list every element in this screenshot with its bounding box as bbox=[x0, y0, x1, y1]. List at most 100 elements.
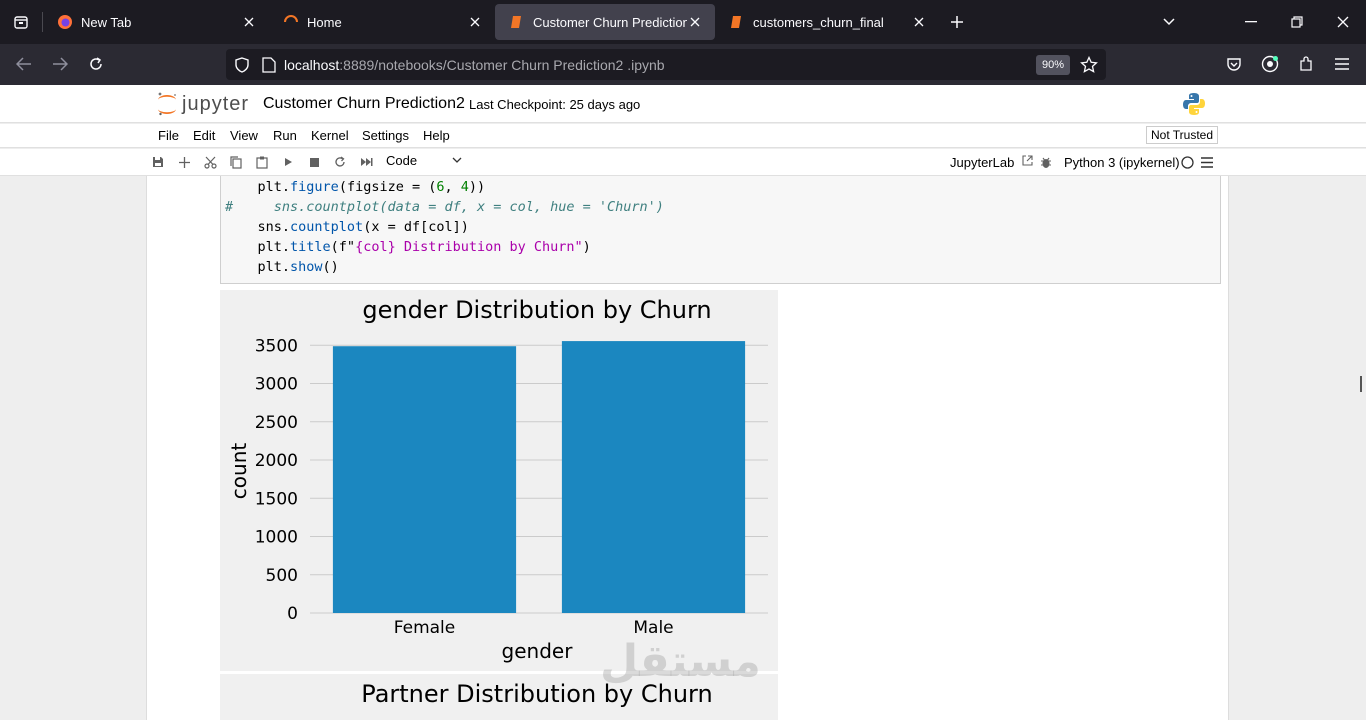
scrollbar-thumb[interactable] bbox=[1360, 376, 1362, 392]
jupyter-header: jupyter Customer Churn Prediction2 Last … bbox=[0, 85, 1366, 123]
shield-icon[interactable] bbox=[234, 56, 250, 73]
jupyter-logo-text: jupyter bbox=[182, 92, 250, 115]
bookmark-star-icon[interactable] bbox=[1080, 56, 1098, 74]
page-info-icon[interactable] bbox=[262, 56, 276, 73]
fast-forward-icon[interactable] bbox=[358, 154, 374, 170]
code-line: plt.show() bbox=[257, 259, 339, 275]
tab-home[interactable]: Home bbox=[269, 4, 495, 40]
jupyterlab-label: JupyterLab bbox=[950, 155, 1015, 170]
chart-title: gender Distribution by Churn bbox=[362, 296, 711, 324]
code-line-comment: # sns.countplot(data = df, x = col, hue … bbox=[225, 199, 664, 215]
jupyter-logo[interactable]: jupyter bbox=[156, 91, 249, 117]
y-tick-label: 1500 bbox=[255, 489, 298, 509]
code-line: sns.countplot(x = df[col]) bbox=[257, 219, 469, 235]
y-axis-label: count bbox=[227, 443, 251, 500]
menu-edit[interactable]: Edit bbox=[193, 128, 215, 143]
y-tick-label: 2500 bbox=[255, 413, 298, 433]
code-line: plt.title(f"{col} Distribution by Churn"… bbox=[257, 239, 591, 255]
tab-title: Home bbox=[307, 14, 342, 30]
gender-bar-chart: 0 500 1000 1500 2000 2500 3000 3500 Female Male ge… bbox=[227, 296, 768, 663]
notebook-title[interactable]: Customer Churn Prediction2 bbox=[263, 95, 465, 113]
notebook-menu-icon[interactable] bbox=[1199, 154, 1215, 170]
minimize-icon[interactable] bbox=[1228, 0, 1274, 44]
x-tick-label: Female bbox=[394, 618, 455, 638]
reload-icon[interactable] bbox=[78, 48, 114, 80]
y-tick-label: 2000 bbox=[255, 451, 298, 471]
y-tick-label: 3500 bbox=[255, 336, 298, 356]
tab-title: New Tab bbox=[81, 14, 132, 30]
zoom-level-badge[interactable]: 90% bbox=[1035, 55, 1070, 75]
url-text[interactable]: localhost:8889/notebooks/Customer Churn … bbox=[284, 57, 665, 73]
notebook-icon bbox=[509, 14, 525, 30]
tab-new-tab[interactable]: New Tab bbox=[43, 4, 269, 40]
browser-tab-bar: New Tab Home Customer Churn Prediction2 … bbox=[0, 0, 1366, 44]
close-icon[interactable] bbox=[687, 14, 703, 30]
hamburger-menu-icon[interactable] bbox=[1324, 48, 1360, 80]
menu-run[interactable]: Run bbox=[273, 128, 297, 143]
debugger-bug-icon[interactable] bbox=[1038, 154, 1054, 170]
x-axis-label: gender bbox=[502, 639, 574, 663]
jupyter-menu-bar: File Edit View Run Kernel Settings Help … bbox=[0, 124, 1366, 148]
account-icon[interactable] bbox=[1252, 48, 1288, 80]
window-close-icon[interactable] bbox=[1320, 0, 1366, 44]
python-logo-icon bbox=[1182, 92, 1206, 121]
kernel-name[interactable]: Python 3 (ipykernel) bbox=[1064, 155, 1180, 170]
chevron-down-icon bbox=[452, 153, 462, 168]
last-checkpoint: Last Checkpoint: 25 days ago bbox=[469, 97, 641, 112]
forward-arrow-icon[interactable] bbox=[42, 48, 78, 80]
x-tick-label: Male bbox=[633, 618, 673, 638]
tab-title: Customer Churn Prediction2 bbox=[533, 14, 687, 30]
jupyter-logo-icon bbox=[158, 92, 176, 116]
save-icon[interactable] bbox=[150, 154, 166, 170]
bar-female bbox=[332, 346, 517, 613]
not-trusted-badge[interactable]: Not Trusted bbox=[1146, 126, 1219, 144]
firefox-icon bbox=[57, 14, 73, 30]
list-all-tabs-chevron-icon[interactable] bbox=[1146, 0, 1192, 44]
tab-customer-churn-prediction2[interactable]: Customer Churn Prediction2 bbox=[495, 4, 715, 40]
insert-cell-plus-icon[interactable] bbox=[176, 154, 192, 170]
back-arrow-icon[interactable] bbox=[6, 48, 42, 80]
url-bar[interactable]: localhost:8889/notebooks/Customer Churn … bbox=[226, 49, 1106, 80]
tab-title: customers_churn_final bbox=[753, 14, 884, 30]
code-cell-input[interactable]: plt.figure(figsize = (6, 4)) # sns.count… bbox=[220, 176, 1221, 284]
run-play-icon[interactable] bbox=[280, 154, 296, 170]
restart-icon[interactable] bbox=[332, 154, 348, 170]
y-tick-label: 3000 bbox=[255, 375, 298, 395]
y-tick-label: 0 bbox=[287, 604, 298, 624]
tab-overview-icon[interactable] bbox=[0, 0, 42, 44]
url-host: localhost bbox=[284, 56, 340, 73]
cell-type-value: Code bbox=[386, 153, 418, 168]
close-icon[interactable] bbox=[241, 14, 257, 30]
watermark-logo: مستقل bbox=[600, 637, 761, 686]
jupyterlab-link[interactable]: JupyterLab bbox=[950, 155, 1033, 170]
url-path: :8889/notebooks/Customer Churn Predictio… bbox=[339, 56, 665, 73]
close-icon[interactable] bbox=[911, 14, 927, 30]
code-line: plt.figure(figsize = (6, 4)) bbox=[257, 179, 486, 195]
restore-icon[interactable] bbox=[1274, 0, 1320, 44]
menu-settings[interactable]: Settings bbox=[362, 128, 409, 143]
y-tick-label: 1000 bbox=[255, 528, 298, 548]
pocket-icon[interactable] bbox=[1216, 48, 1252, 80]
menu-view[interactable]: View bbox=[230, 128, 258, 143]
browser-nav-bar: localhost:8889/notebooks/Customer Churn … bbox=[0, 44, 1366, 85]
bar-male bbox=[561, 341, 746, 613]
close-icon[interactable] bbox=[467, 14, 483, 30]
notebook-icon bbox=[729, 14, 745, 30]
kernel-status-idle-icon bbox=[1179, 154, 1195, 170]
paste-icon[interactable] bbox=[254, 154, 270, 170]
y-tick-label: 500 bbox=[266, 566, 298, 586]
gender-chart-output: 0 500 1000 1500 2000 2500 3000 3500 Female Male ge… bbox=[220, 290, 778, 671]
menu-kernel[interactable]: Kernel bbox=[311, 128, 349, 143]
notebook-toolbar: Code JupyterLab Python 3 (ipykernel) bbox=[0, 149, 1366, 176]
tab-customers-churn-final[interactable]: customers_churn_final bbox=[715, 4, 939, 40]
new-tab-plus-icon[interactable] bbox=[939, 0, 975, 44]
external-link-icon bbox=[1022, 155, 1033, 166]
extensions-icon[interactable] bbox=[1288, 48, 1324, 80]
cut-scissors-icon[interactable] bbox=[202, 154, 218, 170]
menu-help[interactable]: Help bbox=[423, 128, 450, 143]
interrupt-stop-icon[interactable] bbox=[306, 154, 322, 170]
copy-icon[interactable] bbox=[228, 154, 244, 170]
jupyter-spinner-icon bbox=[283, 14, 299, 30]
cell-type-dropdown[interactable]: Code bbox=[386, 153, 466, 171]
menu-file[interactable]: File bbox=[158, 128, 179, 143]
